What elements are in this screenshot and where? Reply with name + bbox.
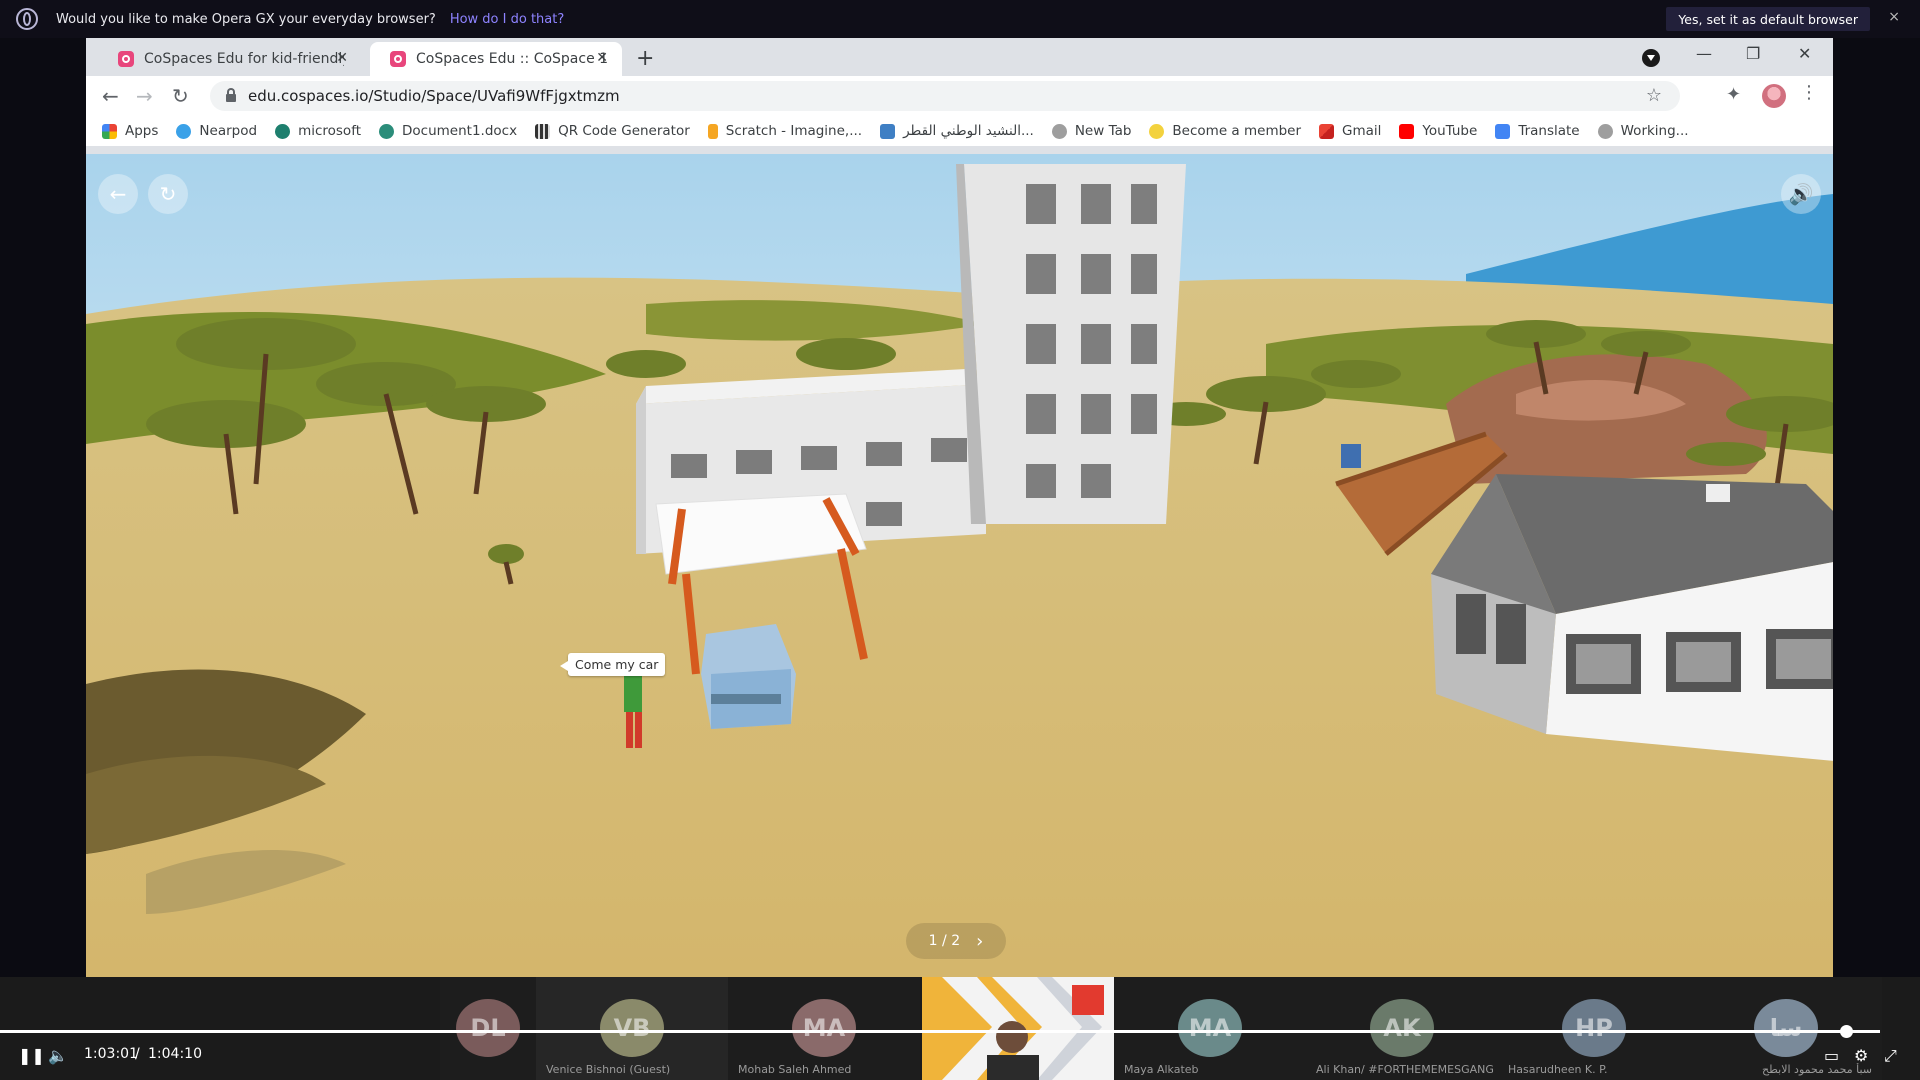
youtube-icon: [1399, 123, 1415, 139]
participant-name: Maya Alkateb: [1124, 1063, 1199, 1076]
lock-icon: [226, 88, 236, 102]
participant-avatar: DL: [456, 999, 520, 1057]
bookmark-anthem[interactable]: النشيد الوطني القطر...: [880, 123, 1034, 139]
cospaces-favicon-icon: [118, 51, 134, 67]
bookmark-document1[interactable]: Document1.docx: [379, 123, 517, 139]
browser-window: CoSpaces Edu for kid-friendly 3D ✕ CoSpa…: [86, 38, 1833, 977]
current-time: 1:03:01: [84, 1046, 138, 1062]
smiley-icon: [1149, 123, 1165, 139]
page-indicator: 1 / 2: [928, 933, 961, 949]
default-browser-banner: Would you like to make Opera GX your eve…: [0, 0, 1920, 38]
tab-title: CoSpaces Edu for kid-friendly 3D: [144, 51, 344, 67]
bookmarks-bar: Apps Nearpod microsoft Document1.docx QR…: [86, 116, 1833, 146]
nearpod-icon: [176, 123, 192, 139]
fullscreen-icon[interactable]: ⤢: [1884, 1046, 1897, 1066]
close-tab-icon[interactable]: ✕: [336, 50, 348, 66]
participant-tile[interactable]: AK Ali Khan/ #FORTHEMEMESGANG (G...: [1306, 977, 1498, 1080]
address-bar[interactable]: edu.cospaces.io/Studio/Space/UVafi9WfFjg…: [210, 81, 1680, 111]
participant-name: Mohab Saleh Ahmed: [738, 1063, 852, 1076]
media-control-icon[interactable]: [1642, 49, 1660, 67]
bookmark-microsoft[interactable]: microsoft: [275, 123, 361, 139]
sound-icon[interactable]: 🔊: [1781, 174, 1821, 214]
participant-avatar: HP: [1562, 999, 1626, 1057]
scratch-icon: [707, 123, 718, 139]
tab-title: CoSpaces Edu :: CoSpace 1: [416, 51, 609, 67]
address-url[interactable]: edu.cospaces.io/Studio/Space/UVafi9WfFjg…: [248, 87, 620, 105]
close-tab-icon[interactable]: ✕: [596, 50, 608, 66]
participant-tile[interactable]: HP Hasarudheen K. P.: [1498, 977, 1690, 1080]
cospaces-favicon-icon: [390, 51, 406, 67]
time-separator: /: [135, 1046, 140, 1062]
browser-menu-icon[interactable]: ⋮: [1800, 82, 1818, 103]
participant-name: Hasarudheen K. P.: [1508, 1063, 1608, 1076]
speaker-icon: [880, 123, 896, 139]
banner-close-icon[interactable]: ×: [1888, 9, 1900, 25]
bookmark-apps[interactable]: Apps: [102, 123, 158, 139]
participant-avatar: MA: [1178, 999, 1242, 1057]
browser-toolbar: ← → ↻ edu.cospaces.io/Studio/Space/UVafi…: [86, 76, 1833, 116]
bookmark-become-member[interactable]: Become a member: [1149, 123, 1301, 139]
savanna-scene: [86, 154, 1833, 977]
pause-icon[interactable]: ❚❚: [18, 1046, 45, 1065]
back-icon[interactable]: ←: [102, 84, 119, 108]
participant-tile[interactable]: MA Maya Alkateb: [1114, 977, 1306, 1080]
participant-avatar: VB: [600, 999, 664, 1057]
banner-question: Would you like to make Opera GX your eve…: [56, 11, 436, 27]
globe-icon: [1597, 123, 1613, 139]
bookmark-star-icon[interactable]: ☆: [1646, 85, 1662, 106]
bookmark-scratch[interactable]: Scratch - Imagine,...: [707, 123, 862, 139]
gmail-icon: [1319, 123, 1335, 139]
video-progress-bar[interactable]: [0, 1030, 1880, 1033]
participant-avatar: AK: [1370, 999, 1434, 1057]
participant-name: سبأ محمد محمود الابطح: [1762, 1063, 1872, 1076]
participant-tile[interactable]: VB Venice Bishnoi (Guest): [536, 977, 728, 1080]
bookmark-youtube[interactable]: YouTube: [1399, 123, 1477, 139]
settings-gear-icon[interactable]: ⚙: [1854, 1046, 1868, 1065]
qr-code-icon: [535, 123, 551, 139]
bookmark-gmail[interactable]: Gmail: [1319, 123, 1381, 139]
participant-tile[interactable]: DL: [440, 977, 536, 1080]
minimize-icon[interactable]: —: [1696, 44, 1712, 63]
participants-strip: DL VB Venice Bishnoi (Guest) MA Mohab Sa…: [0, 977, 1920, 1080]
volume-icon[interactable]: 🔈: [48, 1046, 68, 1065]
participant-name: Ali Khan/ #FORTHEMEMESGANG (G...: [1316, 1063, 1496, 1076]
scene-pager: 1 / 2 ›: [906, 923, 1006, 959]
participant-avatar: سا: [1754, 999, 1818, 1057]
sharepoint-icon: [379, 123, 395, 139]
restart-icon[interactable]: ↻: [148, 174, 188, 214]
profile-avatar[interactable]: [1762, 84, 1786, 108]
bookmark-working[interactable]: Working...: [1597, 123, 1689, 139]
translate-icon: [1495, 123, 1511, 139]
bookmark-new-tab[interactable]: New Tab: [1051, 123, 1131, 139]
how-do-i-link[interactable]: How do I do that?: [450, 12, 564, 27]
duration: 1:04:10: [148, 1046, 202, 1062]
participant-tile[interactable]: MA Mohab Saleh Ahmed: [728, 977, 920, 1080]
reload-icon[interactable]: ↻: [172, 84, 189, 108]
new-tab-icon[interactable]: +: [636, 46, 654, 71]
tab-cospaces-home[interactable]: CoSpaces Edu for kid-friendly 3D ✕: [98, 42, 362, 76]
opera-gx-logo-icon: [16, 8, 38, 30]
restore-icon[interactable]: ❐: [1746, 44, 1760, 63]
tab-cospace-1[interactable]: CoSpaces Edu :: CoSpace 1 ✕: [370, 42, 622, 76]
close-window-icon[interactable]: ✕: [1798, 44, 1811, 63]
globe-icon: [1051, 123, 1067, 139]
speech-bubble: Come my car: [559, 653, 666, 676]
presenter-video: [922, 977, 1114, 1080]
back-arrow-icon[interactable]: ←: [98, 174, 138, 214]
participant-avatar: MA: [792, 999, 856, 1057]
forward-icon[interactable]: →: [136, 84, 153, 108]
sharepoint-icon: [275, 123, 291, 139]
next-scene-icon[interactable]: ›: [976, 931, 983, 952]
set-default-button[interactable]: Yes, set it as default browser: [1666, 7, 1870, 31]
presenter-video-tile[interactable]: [922, 977, 1114, 1080]
apps-grid-icon: [102, 123, 117, 139]
bookmark-nearpod[interactable]: Nearpod: [176, 123, 257, 139]
captions-icon[interactable]: ▭: [1824, 1046, 1839, 1065]
participant-name: Venice Bishnoi (Guest): [546, 1063, 671, 1076]
tab-strip: CoSpaces Edu for kid-friendly 3D ✕ CoSpa…: [86, 38, 1833, 76]
cospace-3d-viewport[interactable]: ← ↻ 🔊 Come my car 1 / 2 ›: [86, 154, 1833, 977]
bookmark-translate[interactable]: Translate: [1495, 123, 1580, 139]
extensions-icon[interactable]: ✦: [1726, 84, 1741, 105]
bookmark-qr-generator[interactable]: QR Code Generator: [535, 123, 690, 139]
